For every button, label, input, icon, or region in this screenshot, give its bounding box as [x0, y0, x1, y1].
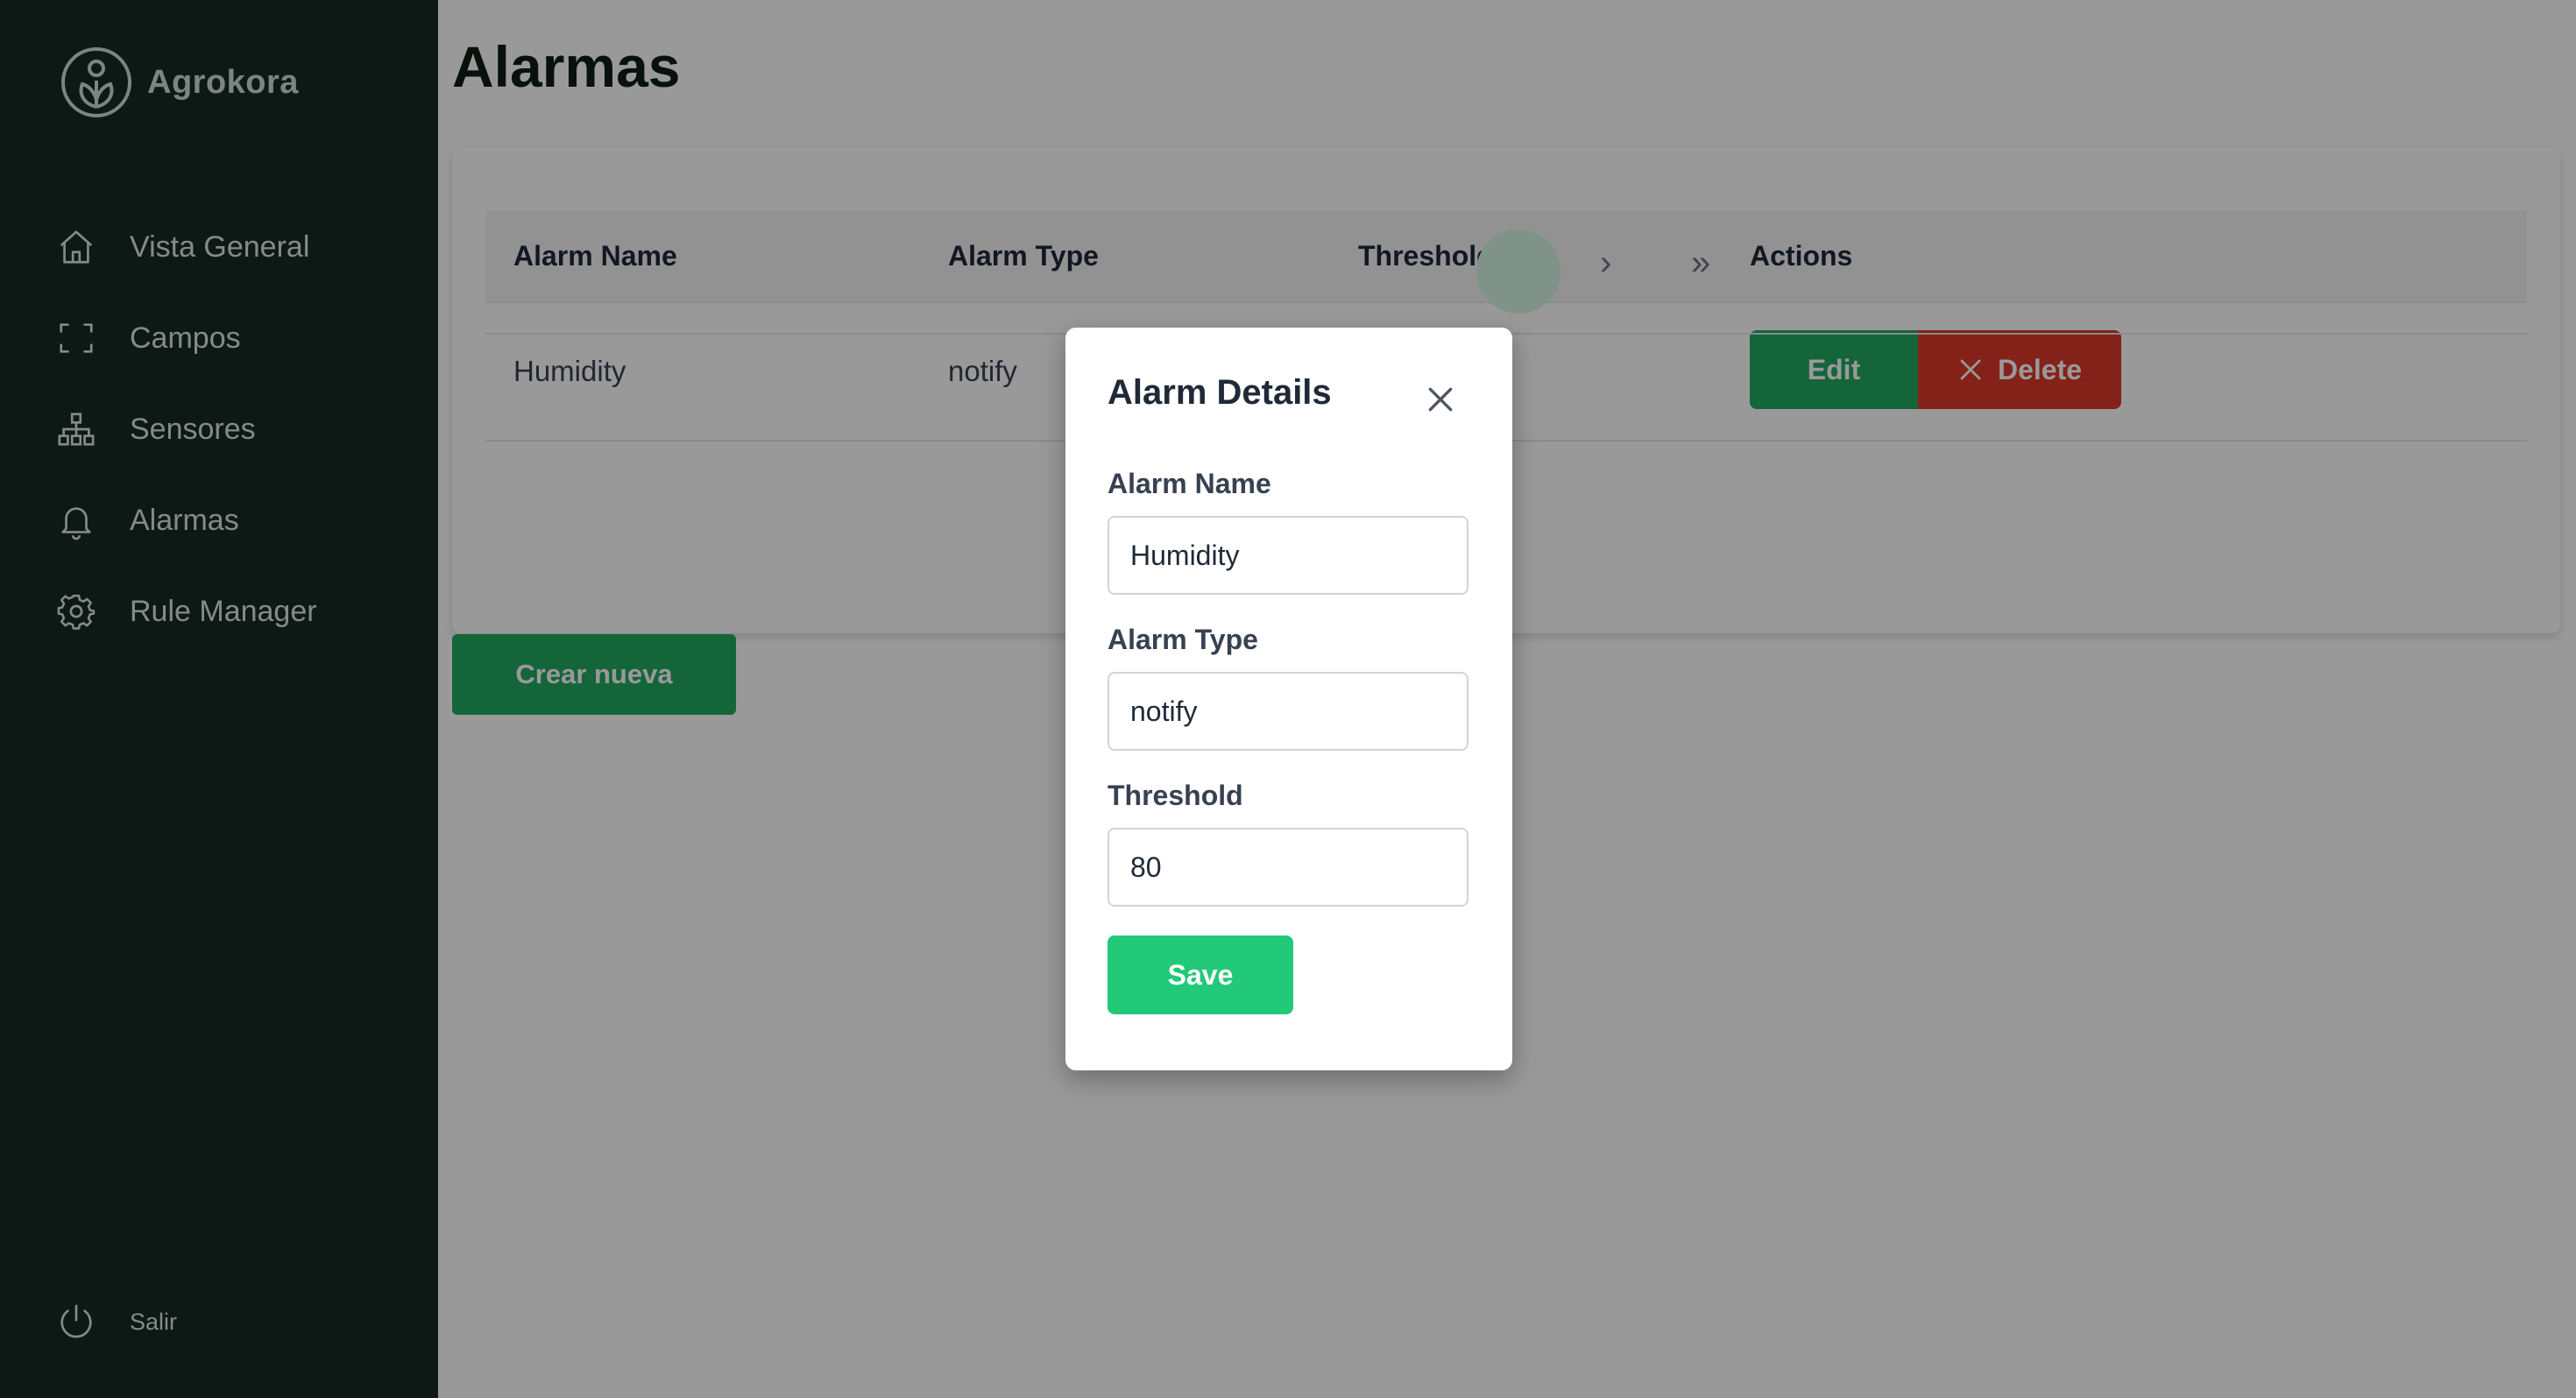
threshold-input[interactable]	[1108, 828, 1468, 907]
close-icon[interactable]	[1423, 382, 1458, 417]
save-button[interactable]: Save	[1108, 936, 1293, 1014]
alarm-name-input[interactable]	[1108, 516, 1468, 595]
modal-title: Alarm Details	[1108, 373, 1332, 412]
alarm-details-modal: Alarm Details Alarm Name Alarm Type Thre…	[1065, 328, 1512, 1070]
alarm-type-label: Alarm Type	[1108, 624, 1258, 655]
threshold-label: Threshold	[1108, 780, 1243, 811]
save-button-label: Save	[1167, 958, 1234, 991]
alarm-name-label: Alarm Name	[1108, 468, 1271, 499]
alarm-type-input[interactable]	[1108, 672, 1468, 751]
